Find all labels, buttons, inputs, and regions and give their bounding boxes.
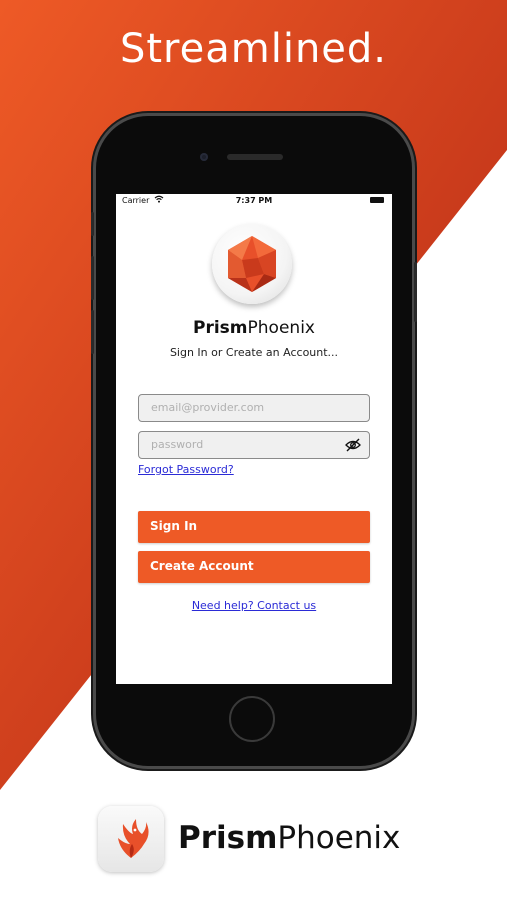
email-field[interactable]: email@provider.com <box>138 394 370 422</box>
camera <box>200 153 208 161</box>
status-time: 7:37 PM <box>235 196 273 205</box>
create-account-button[interactable]: Create Account <box>138 551 370 583</box>
contact-help-link[interactable]: Need help? Contact us <box>116 599 392 612</box>
phoenix-app-icon <box>98 806 164 872</box>
email-placeholder: email@provider.com <box>151 401 265 414</box>
brand-bold: Prism <box>193 318 248 338</box>
app-brand-name: PrismPhoenix <box>116 318 392 338</box>
phone-screen: Carrier 7:37 PM PrismPhoenix Sign In or … <box>116 194 392 684</box>
home-button[interactable] <box>229 696 275 742</box>
mute-switch <box>91 212 94 236</box>
brand-light: Phoenix <box>247 318 315 338</box>
prism-logo-graphic <box>228 236 276 292</box>
footer-brand-bold: Prism <box>178 820 278 856</box>
status-bar: Carrier 7:37 PM <box>116 194 392 208</box>
forgot-password-link[interactable]: Forgot Password? <box>138 463 234 476</box>
phone-frame: Carrier 7:37 PM PrismPhoenix Sign In or … <box>91 116 417 766</box>
footer-brand-light: Phoenix <box>277 820 401 856</box>
volume-down-button <box>91 310 94 354</box>
battery-icon <box>370 197 384 203</box>
phoenix-icon <box>118 819 149 858</box>
speaker-grille <box>227 154 283 160</box>
footer-brand-name: PrismPhoenix <box>178 820 400 856</box>
sign-in-button[interactable]: Sign In <box>138 511 370 543</box>
password-placeholder: password <box>151 438 204 451</box>
prism-logo <box>212 224 292 304</box>
subtitle: Sign In or Create an Account... <box>169 346 339 359</box>
password-field[interactable]: password <box>138 431 370 459</box>
eye-off-icon[interactable] <box>345 437 361 453</box>
volume-up-button <box>91 256 94 300</box>
headline: Streamlined. <box>119 26 388 72</box>
power-button <box>414 262 417 322</box>
